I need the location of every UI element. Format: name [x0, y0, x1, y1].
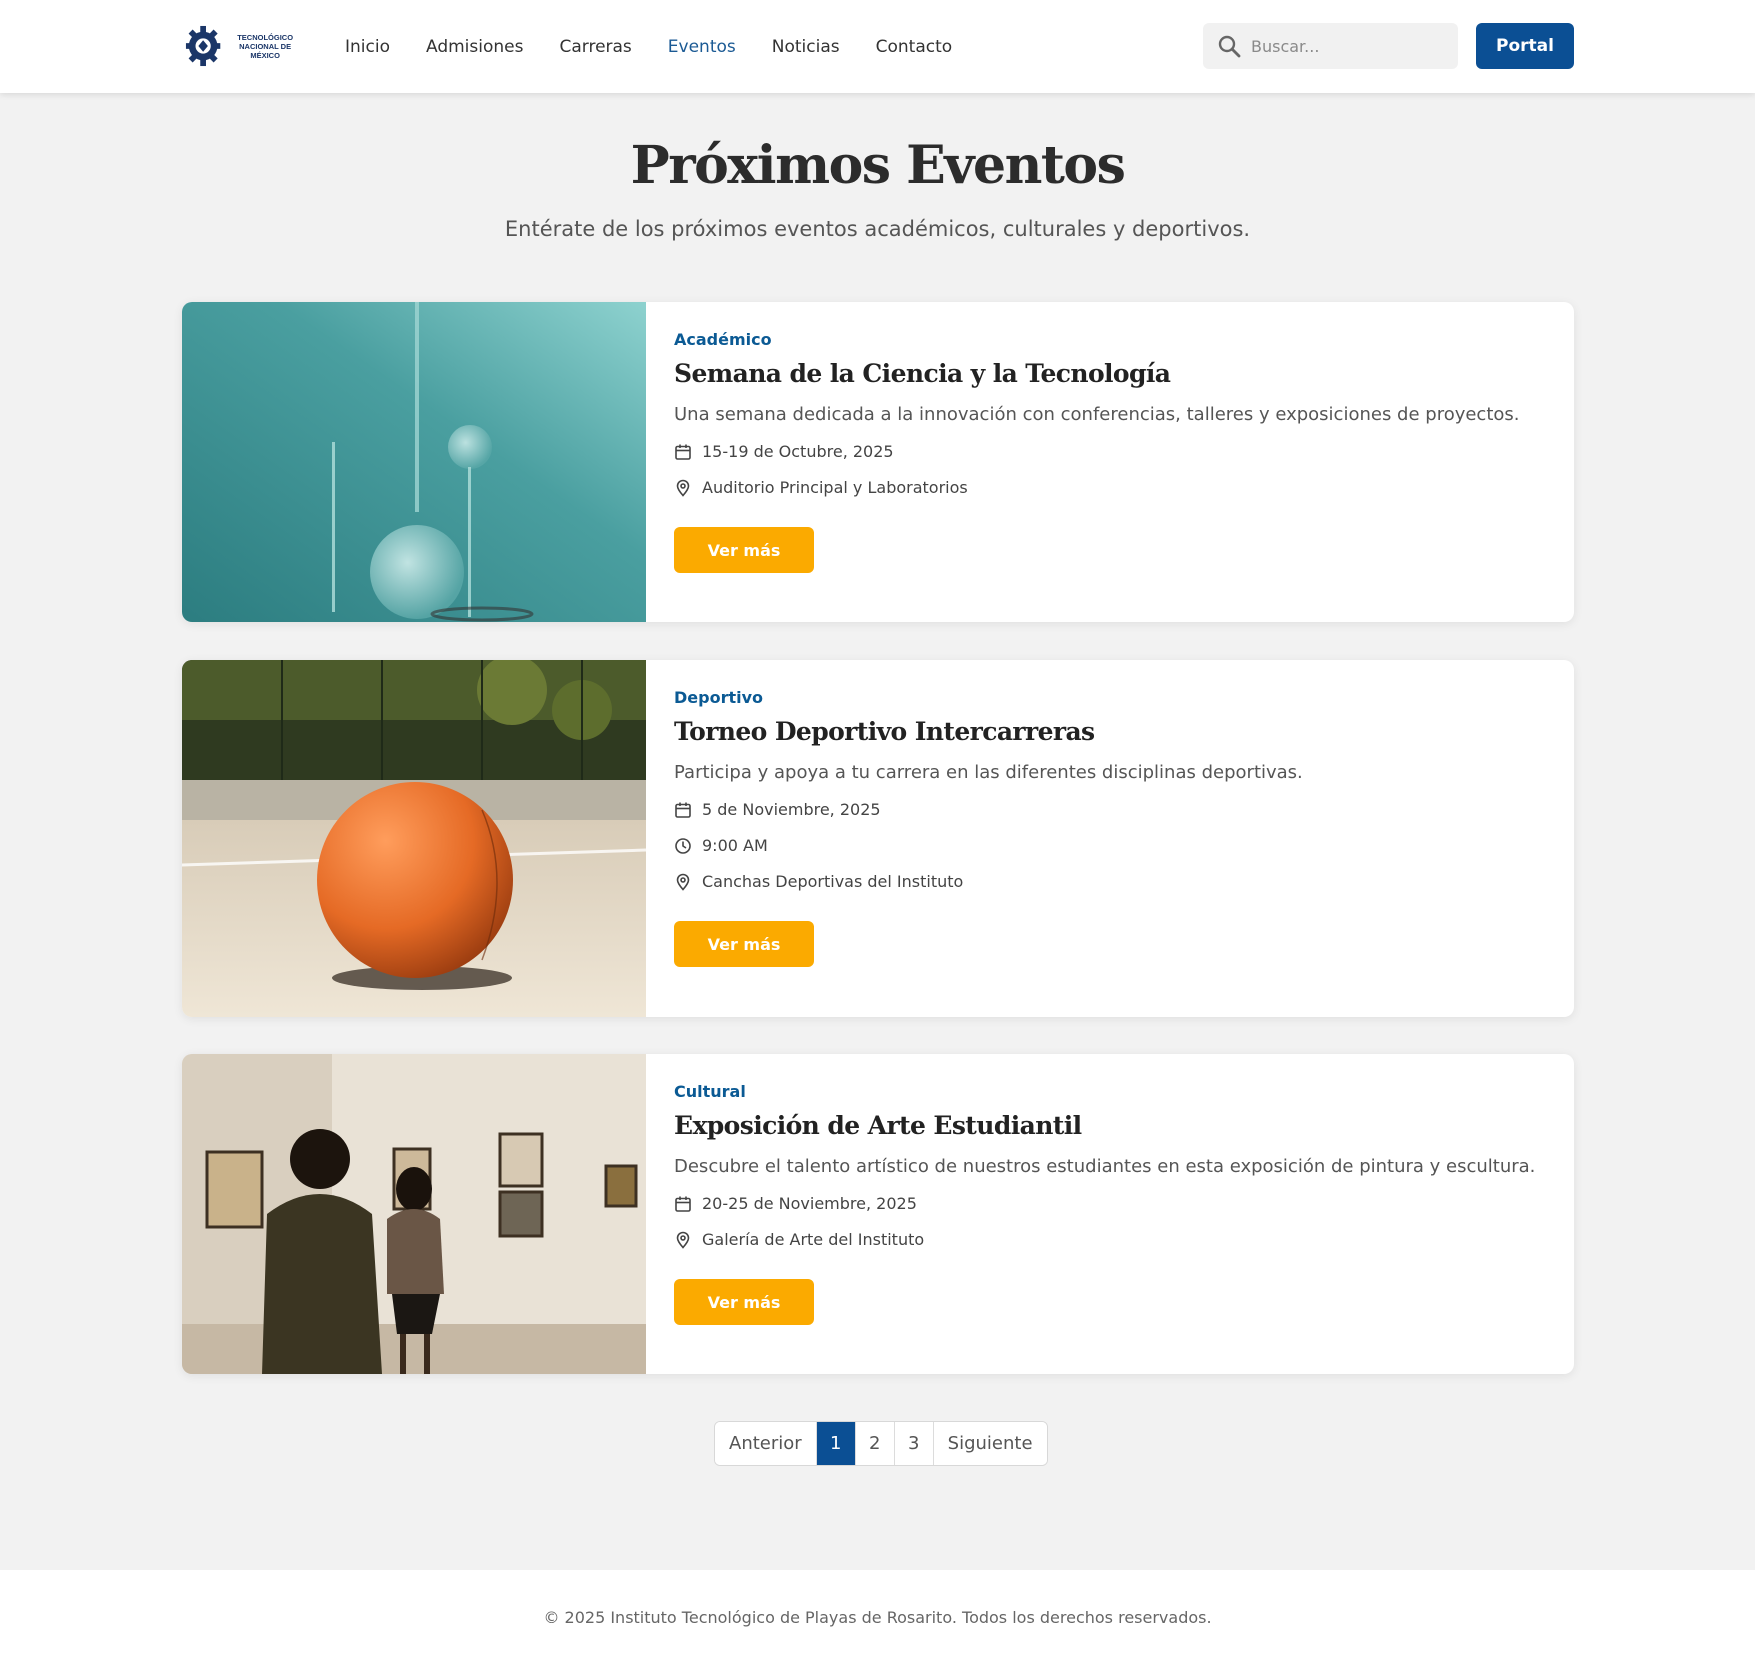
event-category: Deportivo [674, 688, 764, 707]
location-pin-icon [676, 479, 690, 497]
pagination-page-2[interactable]: 2 [855, 1422, 895, 1465]
nav-link-contacto[interactable]: Contacto [876, 37, 953, 57]
event-image-orange-ball [182, 660, 646, 1017]
event-card-arte: Cultural Exposición de Arte Estudiantil … [182, 1054, 1574, 1374]
location-pin-icon [676, 873, 690, 891]
clock-icon [675, 837, 691, 854]
calendar-icon [675, 802, 691, 818]
pagination: Anterior 1 2 3 Siguiente [714, 1421, 1048, 1466]
event-category: Cultural [674, 1082, 746, 1101]
pagination-page-3[interactable]: 3 [894, 1422, 934, 1465]
event-location-text: Galería de Arte del Instituto [702, 1230, 925, 1249]
pagination-prev[interactable]: Anterior [715, 1422, 817, 1465]
event-location-text: Auditorio Principal y Laboratorios [702, 478, 968, 497]
site-header: TECNOLÓGICO NACIONAL DE MÉXICO Inicio Ad… [0, 0, 1755, 93]
calendar-icon [675, 1196, 691, 1212]
page-title: Próximos Eventos [630, 135, 1126, 196]
location-pin-icon [676, 1231, 690, 1249]
event-date-text: 5 de Noviembre, 2025 [702, 800, 881, 819]
event-location: Auditorio Principal y Laboratorios [674, 478, 1546, 497]
nav-link-eventos[interactable]: Eventos [668, 37, 736, 57]
event-description: Una semana dedicada a la innovación con … [674, 404, 1520, 425]
pagination-page-1[interactable]: 1 [816, 1422, 856, 1465]
nav-link-carreras[interactable]: Carreras [559, 37, 631, 57]
event-image-lab-glassware [182, 302, 646, 622]
ver-mas-button[interactable]: Ver más [674, 527, 814, 573]
search-box[interactable] [1203, 23, 1458, 69]
calendar-icon [675, 444, 691, 460]
event-description: Participa y apoya a tu carrera en las di… [674, 762, 1303, 783]
event-title[interactable]: Torneo Deportivo Intercarreras [674, 717, 1546, 746]
event-image-art-gallery [182, 1054, 646, 1374]
ver-mas-button[interactable]: Ver más [674, 1279, 814, 1325]
event-date: 20-25 de Noviembre, 2025 [674, 1194, 1546, 1213]
event-time: 9:00 AM [674, 836, 1546, 855]
event-description: Descubre el talento artístico de nuestro… [674, 1156, 1536, 1177]
nav-link-inicio[interactable]: Inicio [345, 37, 390, 57]
event-card-body: Académico Semana de la Ciencia y la Tecn… [646, 302, 1574, 622]
event-category: Académico [674, 330, 772, 349]
search-input[interactable] [1251, 36, 1441, 56]
event-date-text: 20-25 de Noviembre, 2025 [702, 1194, 917, 1213]
nav-link-noticias[interactable]: Noticias [772, 37, 840, 57]
event-title[interactable]: Exposición de Arte Estudiantil [674, 1111, 1546, 1140]
event-card-body: Cultural Exposición de Arte Estudiantil … [646, 1054, 1574, 1374]
event-title[interactable]: Semana de la Ciencia y la Tecnología [674, 359, 1546, 388]
portal-button[interactable]: Portal [1476, 23, 1574, 69]
copyright-text: © 2025 Instituto Tecnológico de Playas d… [543, 1608, 1212, 1627]
event-location: Canchas Deportivas del Instituto [674, 872, 1546, 891]
logo-text-line1: TECNOLÓGICO [237, 32, 294, 42]
main-nav: Inicio Admisiones Carreras Eventos Notic… [345, 0, 952, 93]
event-card-body: Deportivo Torneo Deportivo Intercarreras… [646, 660, 1574, 1017]
event-location-text: Canchas Deportivas del Instituto [702, 872, 964, 891]
event-card-torneo: Deportivo Torneo Deportivo Intercarreras… [182, 660, 1574, 1017]
tecnm-gear-logo-icon [185, 25, 221, 67]
logo-wordmark: TECNOLÓGICO NACIONAL DE MÉXICO [225, 33, 305, 60]
event-date: 5 de Noviembre, 2025 [674, 800, 1546, 819]
event-date-text: 15-19 de Octubre, 2025 [702, 442, 894, 461]
event-time-text: 9:00 AM [702, 836, 768, 855]
event-date: 15-19 de Octubre, 2025 [674, 442, 1546, 461]
tecnm-logo[interactable]: TECNOLÓGICO NACIONAL DE MÉXICO [185, 19, 305, 73]
site-footer: © 2025 Instituto Tecnológico de Playas d… [0, 1570, 1755, 1667]
logo-text-line2: NACIONAL DE MÉXICO [239, 41, 292, 60]
ver-mas-button[interactable]: Ver más [674, 921, 814, 967]
event-location: Galería de Arte del Instituto [674, 1230, 1546, 1249]
nav-link-admisiones[interactable]: Admisiones [426, 37, 523, 57]
event-card-ciencia: Académico Semana de la Ciencia y la Tecn… [182, 302, 1574, 622]
pagination-next[interactable]: Siguiente [933, 1422, 1047, 1465]
search-icon [1218, 35, 1241, 58]
page-subtitle: Entérate de los próximos eventos académi… [504, 217, 1251, 241]
